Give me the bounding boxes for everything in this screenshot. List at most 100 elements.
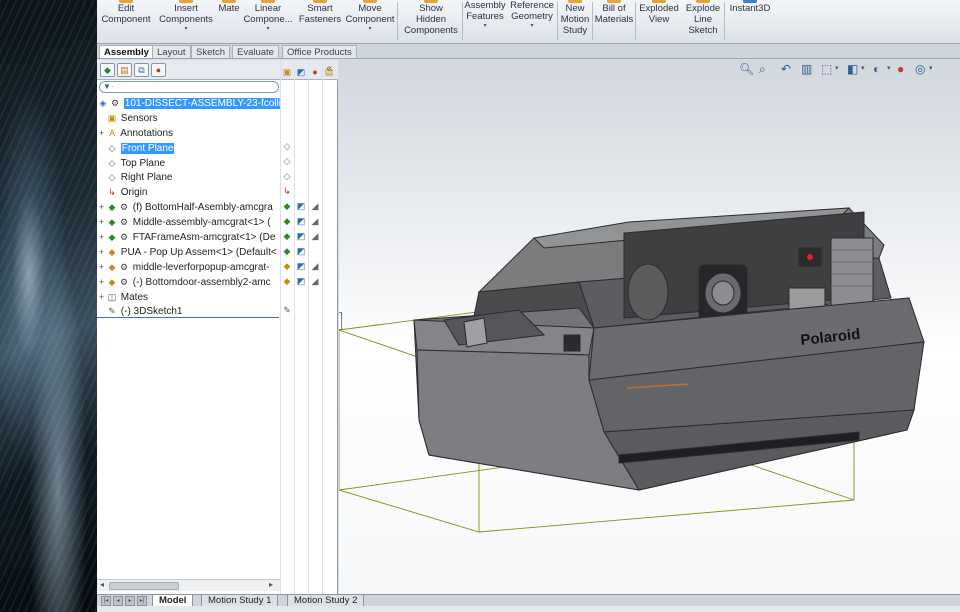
component-visibility-icon[interactable]: ◆	[282, 216, 292, 226]
next-tab-icon[interactable]: ▸	[125, 596, 135, 606]
subassembly-icon: ◆	[108, 202, 116, 213]
display-mode-icon[interactable]: ◢	[310, 216, 320, 226]
display-mode-icon[interactable]: ◢	[310, 231, 320, 241]
tree-item-top-plane[interactable]: ◇ Top Plane	[97, 156, 280, 171]
dropdown-arrow-icon[interactable]: ▾	[343, 25, 397, 33]
tree-item-right-plane[interactable]: ◇ Right Plane	[97, 170, 280, 185]
camera-model-svg: Polaroid	[339, 207, 925, 533]
sketch-visibility-icon[interactable]: ✎	[282, 305, 292, 315]
display-state-icon[interactable]: ◩	[296, 231, 306, 241]
tree-item-component[interactable]: + ◆ ⚙ (-) Bottomdoor-assembly2-amc	[97, 275, 280, 290]
new-motion-study-button[interactable]: New Motion Study	[558, 0, 592, 36]
component-visibility-icon[interactable]: ◆	[282, 201, 292, 211]
tab-sketch[interactable]: Sketch	[191, 45, 231, 58]
tree-item-component[interactable]: + ◆ ⚙ Middle-assembly-amcgrat<1> (	[97, 215, 280, 230]
feature-manager-panel: ◆ ▤ ⧉ ● « ▼· ◈ ⚙ 101-DISSECT-ASSEMBLY-23-…	[97, 60, 338, 594]
gear-icon: ⚙	[119, 217, 129, 228]
last-tab-icon[interactable]: ▸|	[137, 596, 147, 606]
dropdown-arrow-icon[interactable]: ▾	[508, 22, 556, 30]
insert-components-button[interactable]: Insert Components ▾	[155, 0, 217, 33]
display-state-icon[interactable]: ◩	[296, 201, 306, 211]
tree-item-annotations[interactable]: + A Annotations	[97, 126, 280, 141]
reference-geometry-button[interactable]: Reference Geometry ▾	[508, 0, 556, 30]
display-state-icon[interactable]: ◩	[296, 261, 306, 271]
smart-fasteners-button[interactable]: Smart Fasteners	[297, 0, 343, 25]
screen: Edit Component Insert Components ▾ Mate L…	[0, 0, 960, 612]
feature-filter-input[interactable]: ▼·	[99, 81, 279, 93]
component-visibility-icon[interactable]: ◆	[282, 261, 292, 271]
expand-icon[interactable]: +	[97, 230, 106, 245]
tree-item-mates[interactable]: + ◫ Mates	[97, 290, 280, 305]
plane-visibility-icon[interactable]: ◇	[282, 156, 292, 166]
column-header-icon[interactable]: ▣	[282, 67, 292, 77]
linear-component-pattern-button[interactable]: Linear Compone... ▾	[242, 0, 294, 33]
expand-icon[interactable]: +	[97, 275, 106, 290]
status-bar	[97, 606, 960, 612]
bill-of-materials-button[interactable]: Bill of Materials	[593, 0, 635, 25]
column-header-icon[interactable]: ◩	[296, 67, 306, 77]
column-header-icon[interactable]: ●	[310, 67, 320, 77]
expand-icon[interactable]: +	[97, 200, 106, 215]
scroll-right-icon[interactable]: ▸	[269, 580, 273, 589]
display-state-icon[interactable]: ◩	[296, 276, 306, 286]
column-divider	[308, 60, 309, 594]
display-mode-icon[interactable]: ◢	[310, 261, 320, 271]
tree-item-component[interactable]: + ◆ ⚙ middle-leverforpopup-amcgrat-	[97, 260, 280, 275]
previous-tab-icon[interactable]: ◂	[113, 596, 123, 606]
dropdown-arrow-icon[interactable]: ▾	[242, 25, 294, 33]
display-state-icon[interactable]: ◩	[296, 216, 306, 226]
expand-icon[interactable]: +	[97, 260, 106, 275]
display-mode-icon[interactable]: ◢	[310, 201, 320, 211]
tree-item-component[interactable]: + ◆ ⚙ FTAFrameAsm-amcgrat<1> (De	[97, 230, 280, 245]
expand-icon[interactable]: +	[97, 126, 106, 141]
expand-icon[interactable]: +	[97, 290, 106, 305]
dropdown-arrow-icon[interactable]: ▾	[155, 25, 217, 33]
mate-button[interactable]: Mate	[215, 0, 243, 14]
column-header-icon[interactable]: ▤	[324, 67, 334, 77]
tree-item-front-plane[interactable]: ◇ Front Plane	[97, 141, 280, 156]
expand-icon[interactable]: +	[97, 215, 106, 230]
tree-item-origin[interactable]: ↳ Origin	[97, 185, 280, 200]
plane-icon: ◇	[108, 172, 116, 183]
tree-item-sensors[interactable]: ▣ Sensors	[97, 111, 280, 126]
tree-item-component[interactable]: + ◆ ⚙ (f) BottomHalf-Asembly-amcgra	[97, 200, 280, 215]
scroll-left-icon[interactable]: ◂	[100, 580, 104, 589]
edit-component-button[interactable]: Edit Component	[97, 0, 155, 25]
display-mode-icon[interactable]: ◢	[310, 276, 320, 286]
assembly-features-button[interactable]: Assembly Features ▾	[463, 0, 507, 30]
display-manager-tab-icon[interactable]: ●	[151, 63, 166, 77]
component-visibility-icon[interactable]: ◆	[282, 276, 292, 286]
plane-visibility-icon[interactable]: ◇	[282, 141, 292, 151]
move-component-button[interactable]: Move Component ▾	[343, 0, 397, 33]
graphics-area[interactable]: 🔍︎ ⌕ ↶ ▥ ⬚ ▾ ◧ ▾ ◐ ▾ ● ◎ ▾ ⋮ Polaroid	[339, 60, 960, 594]
expand-icon[interactable]: +	[97, 245, 106, 260]
feature-tree-horizontal-scrollbar[interactable]: ◂ ▸	[97, 579, 280, 591]
feature-manager-tab-icon[interactable]: ◆	[100, 63, 115, 77]
show-hidden-components-button[interactable]: Show Hidden Components	[400, 0, 462, 36]
configuration-manager-tab-icon[interactable]: ⧉	[134, 63, 149, 77]
tree-item-component[interactable]: + ◆ PUA - Pop Up Assem<1> (Default<	[97, 245, 280, 260]
tab-layout[interactable]: Layout	[152, 45, 191, 58]
subassembly-icon: ◆	[108, 217, 116, 228]
first-tab-icon[interactable]: |◂	[101, 596, 111, 606]
tree-root-assembly[interactable]: ◈ ⚙ 101-DISSECT-ASSEMBLY-23-fcollin	[97, 96, 280, 111]
explode-line-sketch-button[interactable]: Explode Line Sketch	[682, 0, 724, 36]
display-state-icon[interactable]: ◩	[296, 246, 306, 256]
component-visibility-icon[interactable]: ◆	[282, 246, 292, 256]
origin-visibility-icon[interactable]: ↳	[282, 186, 292, 196]
tab-assembly[interactable]: Assembly	[99, 45, 154, 58]
property-manager-tab-icon[interactable]: ▤	[117, 63, 132, 77]
gear-icon: ⚙	[119, 276, 129, 287]
plane-visibility-icon[interactable]: ◇	[282, 171, 292, 181]
dropdown-arrow-icon[interactable]: ▾	[463, 22, 507, 30]
exploded-view-button[interactable]: Exploded View	[636, 0, 682, 25]
tab-evaluate[interactable]: Evaluate	[232, 45, 279, 58]
scrollbar-thumb[interactable]	[109, 582, 179, 590]
tab-office-products[interactable]: Office Products	[282, 45, 357, 58]
component-visibility-icon[interactable]: ◆	[282, 231, 292, 241]
instant3d-button[interactable]: Instant3D	[725, 0, 775, 14]
mates-icon: ◫	[107, 291, 117, 302]
desktop-wallpaper	[0, 0, 97, 612]
origin-icon: ↳	[108, 187, 116, 198]
feature-tree-columns: ▣ ◩ ● ▤ ◇ ◇ ◇ ↳ ◆ ◩ ◢ ◆ ◩ ◢ ◆ ◩ ◢ ◆ ◩ ◆	[280, 60, 338, 594]
